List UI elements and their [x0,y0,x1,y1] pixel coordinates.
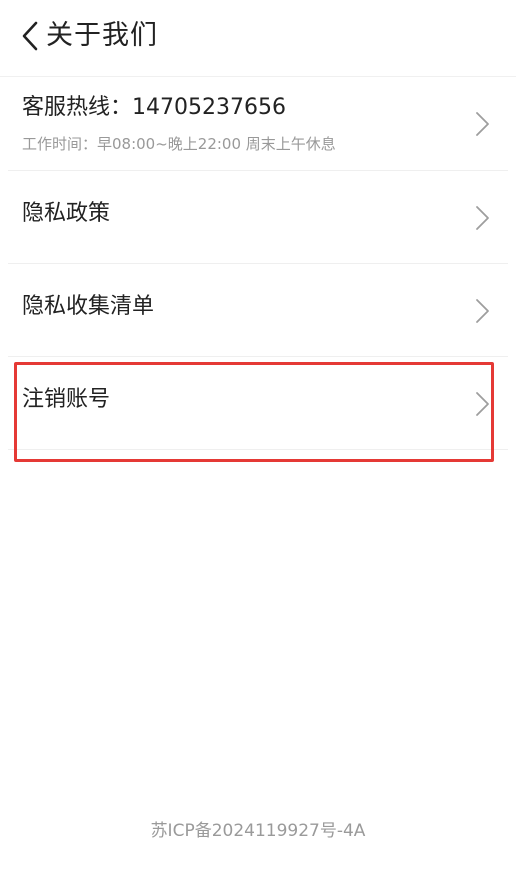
row-divider [8,449,508,450]
privacy-policy-label: 隐私政策 [22,201,111,226]
list-item-privacy-policy[interactable]: 隐私政策 [0,171,516,264]
delete-account-label: 注销账号 [22,387,111,412]
hotline-label: 客服热线：14705237656 [22,95,286,120]
chevron-right-icon [476,205,489,230]
icp-footer: 苏ICP备2024119927号-4A [150,821,366,841]
page-title: 关于我们 [46,20,158,51]
list-item-delete-account[interactable]: 注销账号 [0,357,516,450]
back-button[interactable] [14,18,46,54]
chevron-right-icon [476,298,489,323]
settings-list: 客服热线：14705237656 工作时间：早08:00~晚上22:00 周末上… [0,77,516,450]
about-us-page: 关于我们 客服热线：14705237656 工作时间：早08:00~晚上22:0… [0,0,516,894]
list-item-hotline[interactable]: 客服热线：14705237656 工作时间：早08:00~晚上22:00 周末上… [0,77,516,171]
list-item-privacy-collection[interactable]: 隐私收集清单 [0,264,516,357]
chevron-right-icon [476,391,489,416]
privacy-collection-label: 隐私收集清单 [22,294,155,319]
working-hours-text: 工作时间：早08:00~晚上22:00 周末上午休息 [22,135,336,153]
chevron-right-icon [476,112,489,136]
chevron-left-icon [22,21,38,51]
top-bar: 关于我们 [0,0,516,76]
